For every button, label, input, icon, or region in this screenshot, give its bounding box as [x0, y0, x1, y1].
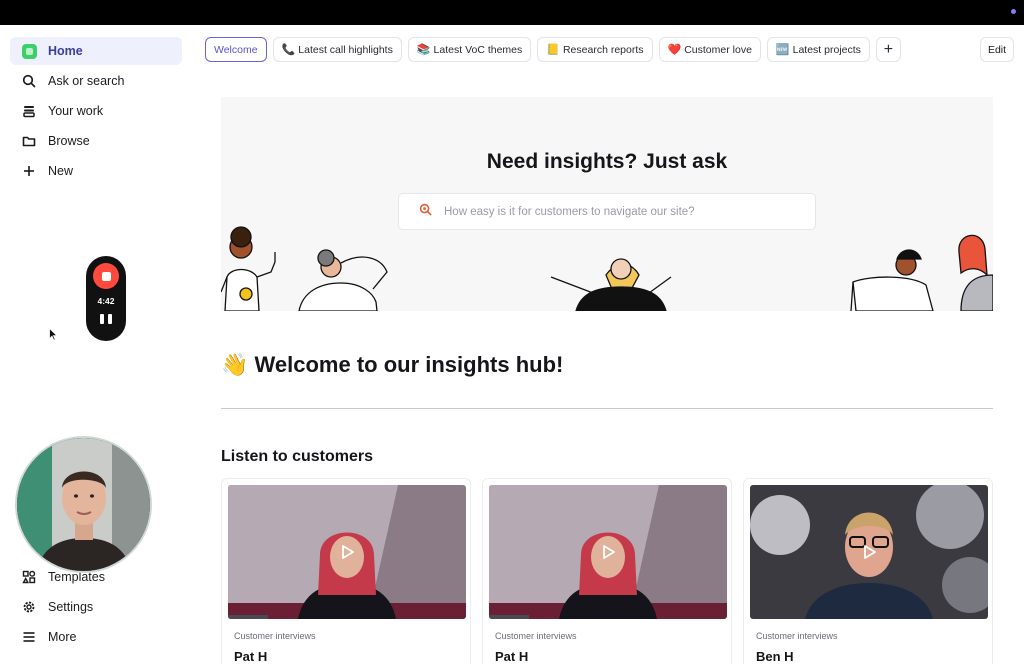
tab-label: Customer love: [684, 43, 752, 56]
sidebar-item-label: Browse: [48, 134, 90, 148]
card-category: Customer interviews: [234, 631, 316, 641]
section-title: Listen to customers: [221, 448, 374, 465]
sidebar-item-your-work[interactable]: Your work: [10, 97, 182, 125]
search-placeholder: How easy is it for customers to navigate…: [444, 205, 695, 218]
tab-label: Latest call highlights: [298, 43, 393, 56]
video-card[interactable]: Customer interviews Pat H: [221, 478, 471, 664]
mouse-cursor-icon: [49, 327, 58, 346]
search-icon: [419, 203, 432, 221]
templates-icon: [20, 568, 38, 586]
app-window: Home Ask or search Your work Browse New: [0, 25, 1024, 664]
phone-icon: 📞: [281, 44, 296, 56]
sidebar-item-settings[interactable]: Settings: [10, 593, 182, 621]
pause-recording-button[interactable]: [100, 314, 112, 326]
divider: [221, 408, 993, 409]
recording-widget: 4:42: [86, 256, 126, 341]
top-black-bar: [0, 0, 1024, 25]
status-dot: [1011, 9, 1016, 14]
stack-icon: [20, 102, 38, 120]
tab-label: Latest VoC themes: [433, 43, 523, 56]
sidebar-item-label: Ask or search: [48, 74, 125, 88]
hero-title: Need insights? Just ask: [486, 150, 728, 173]
ask-search-input[interactable]: How easy is it for customers to navigate…: [398, 193, 816, 230]
notebook-icon: 📒: [546, 44, 560, 56]
video-card[interactable]: Customer interviews Ben H: [743, 478, 993, 664]
tab-label: Research reports: [562, 43, 644, 56]
tab-label: Latest projects: [792, 43, 861, 56]
tab-latest-voc-themes[interactable]: 📚 Latest VoC themes: [407, 37, 532, 62]
video-thumbnail[interactable]: [489, 485, 727, 619]
hero-banner: Need insights? Just ask How easy is it f…: [221, 97, 993, 311]
video-card[interactable]: Customer interviews Pat H: [482, 478, 732, 664]
search-icon: [20, 72, 38, 90]
play-icon[interactable]: [339, 544, 355, 560]
welcome-title: Welcome to our insights hub!: [254, 352, 564, 377]
video-thumbnail[interactable]: [750, 485, 988, 619]
webcam-bubble[interactable]: [15, 436, 152, 573]
video-thumbnail[interactable]: [228, 485, 466, 619]
sidebar-item-more[interactable]: More: [10, 623, 182, 651]
play-icon[interactable]: [600, 544, 616, 560]
tab-label: Welcome: [214, 43, 258, 56]
edit-button[interactable]: Edit: [980, 37, 1014, 62]
new-icon: 🆕: [775, 44, 790, 56]
sidebar-item-label: Home: [48, 44, 83, 58]
play-icon[interactable]: [861, 544, 877, 560]
books-icon: 📚: [416, 44, 431, 56]
folder-icon: [20, 132, 38, 150]
waving-hand-icon: 👋: [221, 352, 249, 377]
tab-bar: Welcome 📞 Latest call highlights 📚 Lates…: [205, 37, 901, 62]
sidebar-item-label: More: [48, 630, 77, 644]
sidebar-item-label: Your work: [48, 104, 104, 118]
tab-latest-projects[interactable]: 🆕 Latest projects: [766, 37, 870, 62]
sidebar-item-browse[interactable]: Browse: [10, 127, 182, 155]
card-title: Ben H: [756, 649, 794, 664]
home-icon: [20, 42, 38, 60]
add-tab-button[interactable]: +: [875, 37, 901, 62]
sidebar-item-label: Settings: [48, 600, 94, 614]
card-category: Customer interviews: [756, 631, 838, 641]
tab-customer-love[interactable]: ❤️ Customer love: [658, 37, 761, 62]
sidebar-item-new[interactable]: New: [10, 157, 182, 185]
gear-icon: [20, 598, 38, 616]
plus-icon: [20, 162, 38, 180]
card-title: Pat H: [495, 649, 529, 664]
menu-icon: [20, 628, 38, 646]
sidebar-item-label: New: [48, 164, 74, 178]
card-title: Pat H: [234, 649, 268, 664]
stop-recording-button[interactable]: [93, 263, 119, 289]
tab-latest-call-highlights[interactable]: 📞 Latest call highlights: [272, 37, 402, 62]
heart-icon: ❤️: [667, 44, 682, 56]
recording-timer: 4:42: [97, 296, 115, 306]
tab-welcome[interactable]: Welcome: [205, 37, 267, 62]
sidebar-item-ask-or-search[interactable]: Ask or search: [10, 67, 182, 95]
tab-research-reports[interactable]: 📒 Research reports: [537, 37, 653, 62]
card-category: Customer interviews: [495, 631, 577, 641]
sidebar-item-home[interactable]: Home: [10, 37, 182, 65]
welcome-heading: 👋 Welcome to our insights hub!: [221, 352, 563, 378]
